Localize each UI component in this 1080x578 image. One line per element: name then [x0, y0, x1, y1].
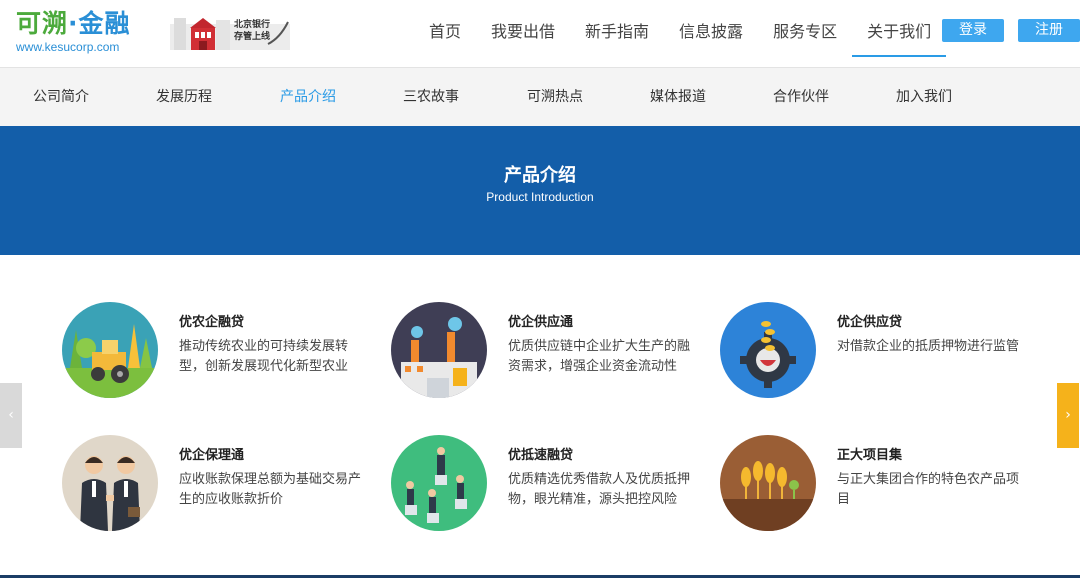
product-title: 优农企融贷 — [179, 315, 245, 330]
factory-icon — [391, 302, 487, 398]
subnav-hot-topics[interactable]: 可溯热点 — [527, 68, 583, 126]
carousel-prev-button[interactable]: ‹ — [0, 383, 22, 448]
product-card[interactable]: 优企供应通 优质供应链中企业扩大生产的融资需求，增强企业资金流动性 — [391, 302, 691, 412]
product-card[interactable]: 优企供应贷 对借款企业的抵质押物进行监管 — [720, 302, 1020, 412]
banner-title: 产品介绍 — [504, 165, 576, 186]
product-card[interactable]: 优抵速融贷 优质精选优秀借款人及优质抵押物，眼光精准，源头把控风险 — [391, 435, 691, 545]
product-desc: 优质供应链中企业扩大生产的融资需求，增强企业资金流动性 — [508, 339, 691, 374]
login-button[interactable]: 登录 — [942, 19, 1004, 42]
subnav-partners[interactable]: 合作伙伴 — [773, 68, 829, 126]
wheat-icon — [720, 435, 816, 531]
logo-text-jinrong: 金融 — [78, 9, 131, 38]
nav-guide[interactable]: 新手指南 — [570, 0, 664, 67]
main-nav: 首页 我要出借 新手指南 信息披露 服务专区 关于我们 — [414, 0, 947, 67]
handshake-icon — [62, 435, 158, 531]
product-card[interactable]: 优企保理通 应收账款保理总额为基础交易产生的应收账款折价 — [62, 435, 362, 545]
product-title: 优企保理通 — [179, 448, 245, 463]
product-title: 优抵速融贷 — [508, 448, 574, 463]
bank-badge-line1: 北京银行 — [234, 20, 271, 30]
nav-invest[interactable]: 我要出借 — [476, 0, 570, 67]
nav-about[interactable]: 关于我们 — [852, 0, 947, 67]
site-logo[interactable]: 可溯·金融 www.kesucorp.com — [16, 9, 142, 55]
product-desc: 推动传统农业的可持续发展转型，创新发展现代化新型农业 — [179, 339, 349, 374]
banner-subtitle: Product Introduction — [486, 190, 594, 204]
register-button[interactable]: 注册 — [1018, 19, 1080, 42]
sub-nav: 公司简介 发展历程 产品介绍 三农故事 可溯热点 媒体报道 合作伙伴 加入我们 — [0, 67, 1080, 126]
tractor-farm-icon — [62, 302, 158, 398]
product-title: 优企供应贷 — [837, 315, 903, 330]
logo-text-kesu: 可溯 — [16, 9, 69, 38]
subnav-company-profile[interactable]: 公司简介 — [33, 68, 89, 126]
subnav-stories[interactable]: 三农故事 — [403, 68, 459, 126]
product-desc: 与正大集团合作的特色农产品项目 — [837, 472, 1020, 507]
subnav-products[interactable]: 产品介绍 — [280, 68, 336, 126]
carousel-next-button[interactable]: › — [1057, 383, 1079, 448]
nav-home[interactable]: 首页 — [414, 0, 476, 67]
product-desc: 对借款企业的抵质押物进行监管 — [837, 339, 1020, 354]
top-header: 可溯·金融 www.kesucorp.com 北京银行 存管上线 首页 我要出借… — [0, 0, 1080, 67]
bank-building-icon — [170, 18, 290, 50]
subnav-history[interactable]: 发展历程 — [156, 68, 212, 126]
logo-url: www.kesucorp.com — [16, 40, 120, 54]
nav-disclosure[interactable]: 信息披露 — [664, 0, 758, 67]
bank-custody-badge: 北京银行 存管上线 — [170, 14, 292, 52]
product-card[interactable]: 正大项目集 与正大集团合作的特色农产品项目 — [720, 435, 1020, 545]
people-pillars-icon — [391, 435, 487, 531]
subnav-join-us[interactable]: 加入我们 — [896, 68, 952, 126]
subnav-media[interactable]: 媒体报道 — [650, 68, 706, 126]
product-desc: 应收账款保理总额为基础交易产生的应收账款折价 — [179, 472, 362, 507]
product-desc: 优质精选优秀借款人及优质抵押物，眼光精准，源头把控风险 — [508, 472, 691, 507]
gear-coins-icon — [720, 302, 816, 398]
nav-service[interactable]: 服务专区 — [758, 0, 852, 67]
product-card[interactable]: 优农企融贷 推动传统农业的可持续发展转型，创新发展现代化新型农业 — [62, 302, 362, 412]
bank-badge-line2: 存管上线 — [234, 32, 271, 42]
product-title: 优企供应通 — [508, 315, 574, 330]
page-banner: 产品介绍 Product Introduction — [0, 126, 1080, 255]
product-title: 正大项目集 — [837, 448, 903, 463]
